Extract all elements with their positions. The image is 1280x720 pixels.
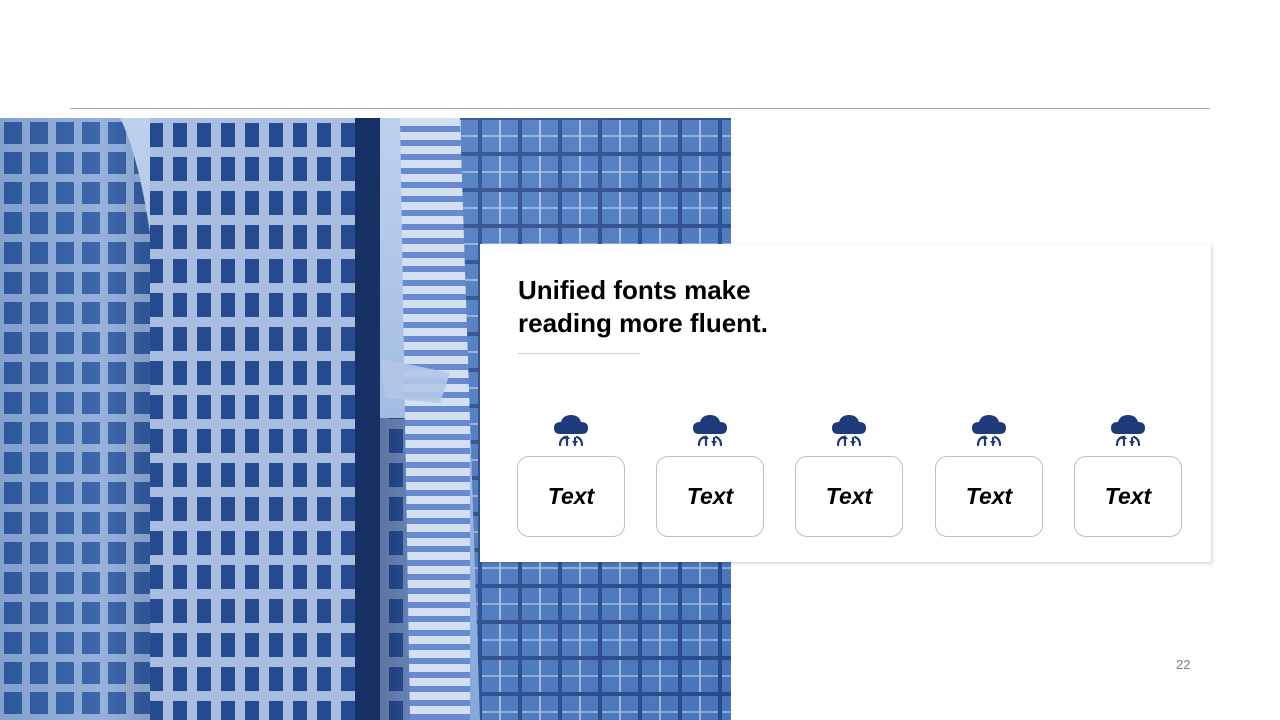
text-box: Text bbox=[656, 456, 764, 537]
cloud-network-icon bbox=[832, 415, 866, 447]
text-item-1: Text bbox=[517, 414, 625, 537]
text-item-2: Text bbox=[656, 414, 764, 537]
text-item-5: Text bbox=[1074, 414, 1182, 537]
cloud-network-icon bbox=[972, 415, 1006, 447]
text-box: Text bbox=[795, 456, 903, 537]
text-box: Text bbox=[517, 456, 625, 537]
slide-title: Unified fonts make reading more fluent. bbox=[518, 275, 768, 338]
cloud-network-icon bbox=[693, 415, 727, 447]
content-card: Unified fonts make reading more fluent. … bbox=[480, 244, 1211, 562]
title-underline bbox=[518, 353, 640, 354]
text-box: Text bbox=[1074, 456, 1182, 537]
cloud-network-icon bbox=[554, 415, 588, 447]
text-box: Text bbox=[935, 456, 1043, 537]
cloud-network-icon bbox=[1111, 415, 1145, 447]
page-number: 22 bbox=[1176, 657, 1191, 672]
text-item-4: Text bbox=[935, 414, 1043, 537]
text-item-3: Text bbox=[795, 414, 903, 537]
header-divider bbox=[70, 108, 1210, 109]
